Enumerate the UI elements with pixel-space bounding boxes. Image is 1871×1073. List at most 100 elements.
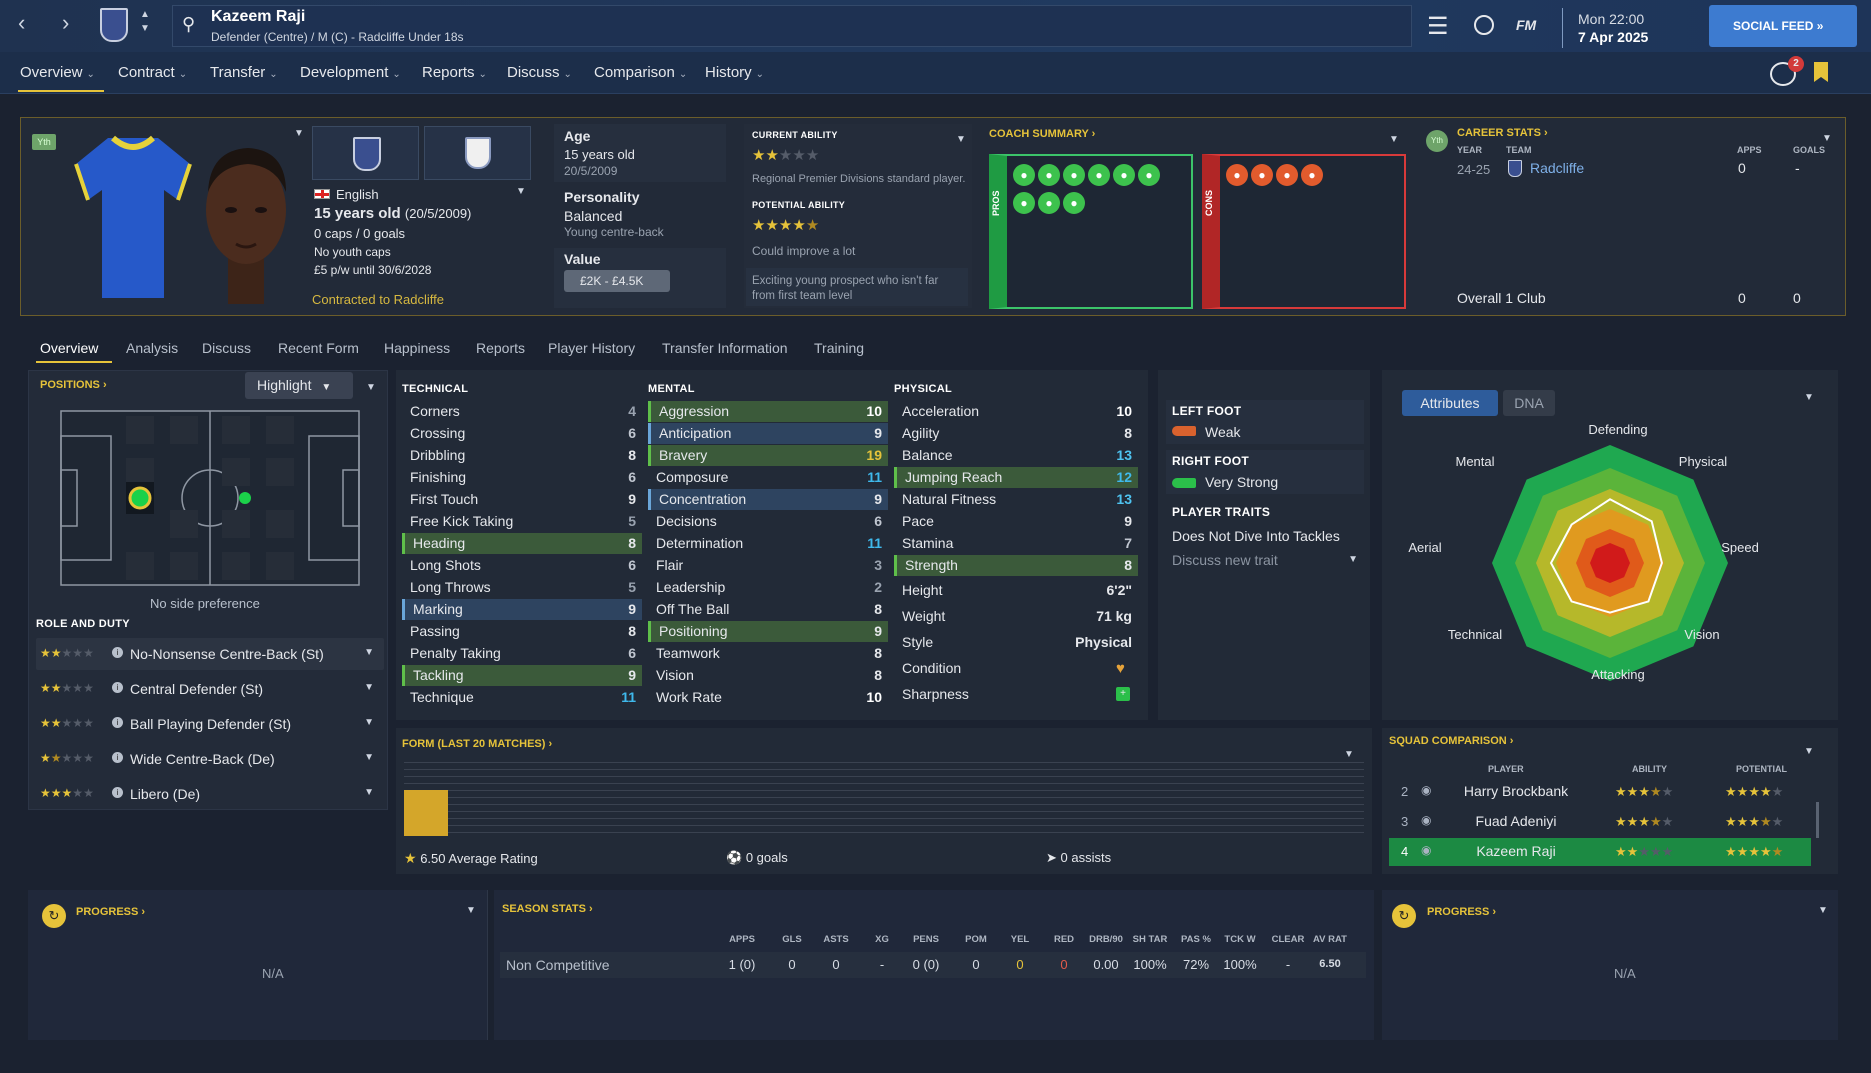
scissors-icon[interactable]: ● <box>1276 164 1298 186</box>
attribute-row[interactable]: Acceleration 10 <box>894 401 1138 422</box>
radar-dropdown-chevron-icon[interactable]: ▼ <box>1804 392 1814 403</box>
info-icon[interactable]: i <box>112 717 123 728</box>
star-icon[interactable]: ● <box>1251 164 1273 186</box>
attribute-row[interactable]: Teamwork 8 <box>648 643 888 664</box>
career-stats-link[interactable]: CAREER STATS › <box>1457 127 1548 139</box>
info-icon[interactable]: i <box>112 787 123 798</box>
career-dropdown-chevron-icon[interactable]: ▼ <box>1822 133 1832 144</box>
attribute-row[interactable]: Bravery 19 <box>648 445 888 466</box>
attribute-row[interactable]: Flair 3 <box>648 555 888 576</box>
social-feed-button[interactable]: SOCIAL FEED » <box>1709 5 1857 47</box>
nav-contract[interactable]: Contract ⌄ <box>118 64 187 81</box>
attribute-row[interactable]: Decisions 6 <box>648 511 888 532</box>
attribute-row[interactable]: Balance 13 <box>894 445 1138 466</box>
season-stats-link[interactable]: SEASON STATS › <box>502 903 593 915</box>
tab-transfer-information[interactable]: Transfer Information <box>662 340 788 356</box>
club-badge-button[interactable] <box>312 126 419 180</box>
nav-development[interactable]: Development ⌄ <box>300 64 401 81</box>
attribute-row[interactable]: Finishing 6 <box>402 467 642 488</box>
progress-right-chevron-icon[interactable]: ▼ <box>1818 905 1828 916</box>
chevron-down-icon[interactable]: ▼ <box>364 717 374 728</box>
highlight-dropdown[interactable]: Highlight ▼ <box>245 372 353 399</box>
attribute-row[interactable]: Jumping Reach 12 <box>894 467 1138 488</box>
attribute-row[interactable]: Determination 11 <box>648 533 888 554</box>
role-item[interactable]: ★★★★★ i No-Nonsense Centre-Back (St) ▼ <box>36 638 384 670</box>
hand-icon[interactable]: ● <box>1063 192 1085 214</box>
attribute-row[interactable]: Positioning 9 <box>648 621 888 642</box>
form-link[interactable]: FORM (LAST 20 MATCHES) › <box>402 738 552 750</box>
attribute-row[interactable]: Technique 11 <box>402 687 642 708</box>
hamburger-icon[interactable]: ☰ <box>1427 12 1449 41</box>
attribute-row[interactable]: Concentration 9 <box>648 489 888 510</box>
ability-dropdown-chevron-icon[interactable]: ▼ <box>956 134 966 145</box>
card-icon[interactable]: ● <box>1301 164 1323 186</box>
attribute-row[interactable]: Pace 9 <box>894 511 1138 532</box>
clock-panel[interactable]: Mon 22:00 7 Apr 2025 <box>1562 8 1692 48</box>
squad-comparison-link[interactable]: SQUAD COMPARISON › <box>1389 735 1513 747</box>
coach-summary-link[interactable]: COACH SUMMARY › <box>989 128 1095 140</box>
attribute-row[interactable]: Long Throws 5 <box>402 577 642 598</box>
attribute-row[interactable]: Aggression 10 <box>648 401 888 422</box>
form-bar[interactable] <box>404 790 448 836</box>
first-aid-icon[interactable]: ● <box>1226 164 1248 186</box>
arrows-icon[interactable]: ● <box>1138 164 1160 186</box>
nav-comparison[interactable]: Comparison ⌄ <box>594 64 687 81</box>
pen-icon[interactable]: ● <box>1113 164 1135 186</box>
season-row[interactable]: Non Competitive 1 (0) 0 0-0 (0) 0 0 0 0.00 100% 7… <box>500 952 1366 978</box>
progress-left-chevron-icon[interactable]: ▼ <box>466 905 476 916</box>
chevron-down-icon[interactable]: ▼ <box>364 682 374 693</box>
trend-up-icon[interactable]: ● <box>1063 164 1085 186</box>
flask-icon[interactable]: ● <box>1038 192 1060 214</box>
target-icon[interactable]: ● <box>1038 164 1060 186</box>
forward-arrow-icon[interactable]: › <box>62 10 69 36</box>
attribute-row[interactable]: Crossing 6 <box>402 423 642 444</box>
role-item[interactable]: ★★★★★ i Central Defender (St) ▼ <box>36 673 384 705</box>
squad-row[interactable]: 3 ◉ Fuad Adeniyi ★★★★★ ★★★★★ <box>1389 808 1811 836</box>
attribute-row[interactable]: Agility 8 <box>894 423 1138 444</box>
tab-training[interactable]: Training <box>814 340 864 356</box>
attribute-row[interactable]: Natural Fitness 13 <box>894 489 1138 510</box>
info-icon[interactable]: i <box>112 682 123 693</box>
footwork-icon[interactable]: ● <box>1013 192 1035 214</box>
attribute-row[interactable]: Heading 8 <box>402 533 642 554</box>
tab-player-history[interactable]: Player History <box>548 340 635 356</box>
attribute-row[interactable]: Free Kick Taking 5 <box>402 511 642 532</box>
nav-reports[interactable]: Reports ⌄ <box>422 64 487 81</box>
chevron-down-icon[interactable]: ▼ <box>364 647 374 658</box>
attribute-row[interactable]: Off The Ball 8 <box>648 599 888 620</box>
club-crest-icon[interactable] <box>100 8 128 42</box>
squad-scrollbar[interactable] <box>1816 802 1819 838</box>
progress-left-link[interactable]: PROGRESS › <box>76 906 145 918</box>
role-item[interactable]: ★★★★★ i Wide Centre-Back (De) ▼ <box>36 743 384 775</box>
tab-reports[interactable]: Reports <box>476 340 525 356</box>
info-icon[interactable]: i <box>112 647 123 658</box>
attribute-row[interactable]: Tackling 9 <box>402 665 642 686</box>
attribute-row[interactable]: Anticipation 9 <box>648 423 888 444</box>
head-icon[interactable]: ● <box>1088 164 1110 186</box>
search-icon[interactable]: ⚲ <box>182 14 195 35</box>
attribute-row[interactable]: Corners 4 <box>402 401 642 422</box>
nav-discuss[interactable]: Discuss ⌄ <box>507 64 572 81</box>
back-arrow-icon[interactable]: ‹ <box>18 10 25 36</box>
squad-row[interactable]: 4 ◉ Kazeem Raji ★★★★★ ★★★★★ <box>1389 838 1811 866</box>
nav-transfer[interactable]: Transfer ⌄ <box>210 64 278 81</box>
attribute-row[interactable]: First Touch 9 <box>402 489 642 510</box>
tab-recent-form[interactable]: Recent Form <box>278 340 359 356</box>
attribute-row[interactable]: Long Shots 6 <box>402 555 642 576</box>
tab-analysis[interactable]: Analysis <box>126 340 178 356</box>
attribute-row[interactable]: Strength 8 <box>894 555 1138 576</box>
attribute-row[interactable]: Composure 11 <box>648 467 888 488</box>
attribute-row[interactable]: Dribbling 8 <box>402 445 642 466</box>
form-dropdown-chevron-icon[interactable]: ▼ <box>1344 749 1354 760</box>
kit-dropdown-chevron-icon[interactable]: ▼ <box>294 128 304 139</box>
role-item[interactable]: ★★★★★ i Ball Playing Defender (St) ▼ <box>36 708 384 740</box>
role-item[interactable]: ★★★★★ i Libero (De) ▼ <box>36 778 384 810</box>
info-icon[interactable]: i <box>112 752 123 763</box>
attribute-row[interactable]: Vision 8 <box>648 665 888 686</box>
progress-right-link[interactable]: PROGRESS › <box>1427 906 1496 918</box>
globe-icon[interactable] <box>1474 15 1494 35</box>
chevron-down-icon[interactable]: ▼ <box>364 752 374 763</box>
tab-discuss[interactable]: Discuss <box>202 340 251 356</box>
nationality-dropdown-chevron-icon[interactable]: ▼ <box>516 186 526 197</box>
attribute-row[interactable]: Leadership 2 <box>648 577 888 598</box>
